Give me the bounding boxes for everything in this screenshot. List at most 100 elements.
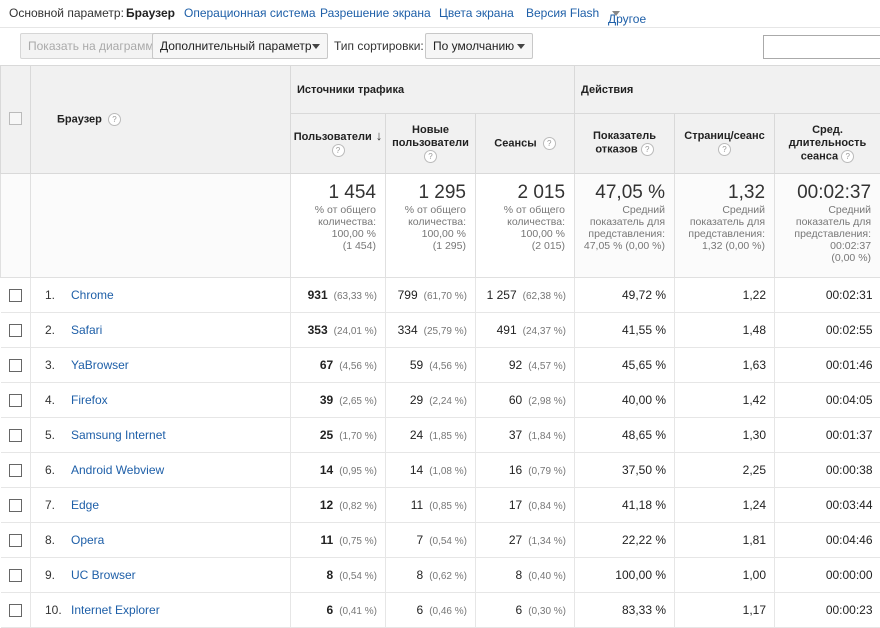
sessions-percent: (1,84 %)	[528, 431, 566, 442]
new-users-cell: 14(1,08 %)	[386, 453, 476, 488]
help-icon[interactable]: ?	[641, 143, 654, 156]
report-toolbar: Показать на диаграмме Дополнительный пар…	[0, 27, 880, 66]
browser-cell: 7.Edge	[31, 488, 291, 523]
total-value: 2 015	[476, 174, 574, 204]
header-pages-per-session[interactable]: Страниц/сеанс?	[675, 114, 775, 174]
table-search-input[interactable]	[763, 35, 880, 59]
browser-link[interactable]: Firefox	[71, 393, 108, 407]
browser-link[interactable]: Chrome	[71, 288, 114, 302]
browser-link[interactable]: Samsung Internet	[71, 428, 166, 442]
row-checkbox[interactable]	[9, 534, 22, 547]
users-cell: 8(0,54 %)	[291, 558, 386, 593]
total-value: 1 454	[291, 174, 385, 204]
avg-duration-cell: 00:02:31	[775, 278, 880, 313]
row-select-cell	[1, 418, 31, 453]
total-subtext: 100,00 %	[291, 228, 385, 240]
browser-link[interactable]: Internet Explorer	[71, 603, 160, 617]
row-checkbox[interactable]	[9, 289, 22, 302]
bounce-rate-cell: 83,33 %	[575, 593, 675, 628]
users-percent: (2,65 %)	[339, 396, 377, 407]
pages-per-session-cell: 1,24	[675, 488, 775, 523]
total-subtext: (1 295)	[386, 240, 475, 252]
avg-duration-cell: 00:04:46	[775, 523, 880, 558]
users-cell: 12(0,82 %)	[291, 488, 386, 523]
pages-per-session-cell: 1,48	[675, 313, 775, 348]
row-checkbox[interactable]	[9, 499, 22, 512]
dimension-link-colors[interactable]: Цвета экрана	[439, 6, 514, 20]
browser-link[interactable]: Edge	[71, 498, 99, 512]
row-index: 2.	[45, 323, 71, 337]
users-value: 12	[320, 498, 333, 512]
new-users-value: 24	[410, 428, 423, 442]
users-cell: 14(0,95 %)	[291, 453, 386, 488]
total-cell: 1 295% от общегоколичества:100,00 %(1 29…	[386, 174, 476, 278]
users-cell: 11(0,75 %)	[291, 523, 386, 558]
total-subtext: 47,05 % (0,00 %)	[575, 240, 674, 252]
help-icon[interactable]: ?	[841, 150, 854, 163]
help-icon[interactable]: ?	[108, 113, 121, 126]
dimension-link-resolution[interactable]: Разрешение экрана	[320, 6, 431, 20]
help-icon[interactable]: ?	[543, 137, 556, 150]
row-checkbox[interactable]	[9, 569, 22, 582]
new-users-value: 6	[417, 603, 424, 617]
bounce-rate-cell: 22,22 %	[575, 523, 675, 558]
total-cell: 47,05 %Среднийпоказатель дляпредставлени…	[575, 174, 675, 278]
total-value: 47,05 %	[575, 174, 674, 204]
browser-cell: 5.Samsung Internet	[31, 418, 291, 453]
sessions-cell: 6(0,30 %)	[476, 593, 575, 628]
row-checkbox[interactable]	[9, 324, 22, 337]
users-percent: (0,75 %)	[339, 536, 377, 547]
totals-row: 1 454% от общегоколичества:100,00 %(1 45…	[1, 174, 880, 278]
browser-link[interactable]: Opera	[71, 533, 104, 547]
sessions-cell: 60(2,98 %)	[476, 383, 575, 418]
total-subtext: Средний	[675, 204, 774, 216]
row-checkbox[interactable]	[9, 359, 22, 372]
browser-link[interactable]: Android Webview	[71, 463, 164, 477]
dimension-link-flash[interactable]: Версия Flash	[526, 6, 599, 20]
select-all-checkbox[interactable]	[9, 112, 22, 125]
avg-duration-cell: 00:03:44	[775, 488, 880, 523]
sessions-cell: 92(4,57 %)	[476, 348, 575, 383]
new-users-percent: (2,24 %)	[429, 396, 467, 407]
users-cell: 353(24,01 %)	[291, 313, 386, 348]
row-checkbox[interactable]	[9, 604, 22, 617]
avg-duration-cell: 00:02:55	[775, 313, 880, 348]
browser-link[interactable]: UC Browser	[71, 568, 136, 582]
sessions-value: 92	[509, 358, 522, 372]
bounce-rate-cell: 37,50 %	[575, 453, 675, 488]
row-checkbox[interactable]	[9, 394, 22, 407]
header-browser[interactable]: Браузер ?	[31, 66, 291, 174]
secondary-dimension-label: Дополнительный параметр	[160, 39, 312, 53]
header-sessions[interactable]: Сеансы ?	[476, 114, 575, 174]
header-avg-session-duration-label: Сред. длительность сеанса	[789, 124, 866, 162]
total-subtext: количества:	[386, 216, 475, 228]
bounce-rate-cell: 49,72 %	[575, 278, 675, 313]
row-checkbox[interactable]	[9, 429, 22, 442]
sort-type-dropdown[interactable]: По умолчанию	[425, 33, 533, 59]
dimension-link-os[interactable]: Операционная система	[184, 6, 316, 20]
header-new-users[interactable]: Новые пользователи?	[386, 114, 476, 174]
new-users-cell: 29(2,24 %)	[386, 383, 476, 418]
total-subtext: представления:	[675, 228, 774, 240]
avg-duration-cell: 00:00:00	[775, 558, 880, 593]
users-percent: (63,33 %)	[334, 291, 377, 302]
header-users[interactable]: Пользователи↓?	[291, 114, 386, 174]
header-avg-session-duration[interactable]: Сред. длительность сеанса ?	[775, 114, 880, 174]
browser-link[interactable]: YaBrowser	[71, 358, 129, 372]
new-users-percent: (61,70 %)	[424, 291, 467, 302]
dimension-other-dropdown[interactable]: Другое	[608, 6, 620, 20]
row-checkbox[interactable]	[9, 464, 22, 477]
browser-link[interactable]: Safari	[71, 323, 102, 337]
sessions-percent: (2,98 %)	[528, 396, 566, 407]
help-icon[interactable]: ?	[332, 144, 345, 157]
total-value: 00:02:37	[775, 174, 880, 204]
new-users-percent: (0,62 %)	[429, 571, 467, 582]
secondary-dimension-dropdown[interactable]: Дополнительный параметр	[152, 33, 328, 59]
help-icon[interactable]: ?	[424, 150, 437, 163]
header-bounce-rate[interactable]: Показатель отказов ?	[575, 114, 675, 174]
show-on-chart-button[interactable]: Показать на диаграмме	[20, 33, 168, 59]
total-cell: 00:02:37Среднийпоказатель дляпредставлен…	[775, 174, 880, 278]
bounce-rate-cell: 48,65 %	[575, 418, 675, 453]
dimension-browser-selected: Браузер	[126, 6, 175, 20]
help-icon[interactable]: ?	[718, 143, 731, 156]
